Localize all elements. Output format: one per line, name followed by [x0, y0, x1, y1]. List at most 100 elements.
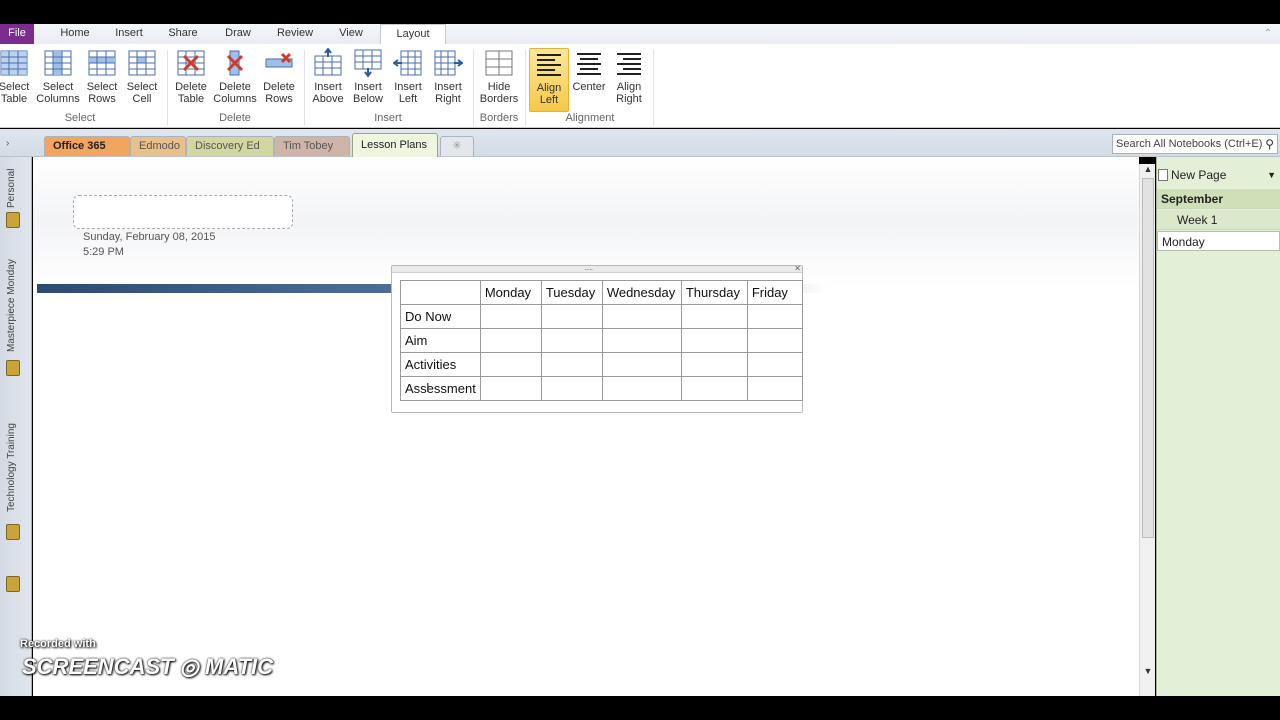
table-cell[interactable] [746, 304, 803, 329]
table-header-cell[interactable]: Tuesday [540, 280, 603, 305]
table-cell[interactable] [680, 304, 748, 329]
vertical-scrollbar[interactable]: ▲ ▼ [1139, 164, 1155, 696]
table-row-label[interactable]: Aim [400, 328, 481, 353]
align-right-label: Align Right [616, 81, 642, 105]
search-input[interactable]: Search All Notebooks (Ctrl+E) ⚲ [1112, 134, 1278, 154]
table-cell[interactable] [479, 352, 542, 377]
page-item-september[interactable]: September [1157, 189, 1280, 209]
table-header-cell[interactable]: Monday [479, 280, 542, 305]
search-icon[interactable]: ⚲ [1265, 135, 1274, 153]
tab-review[interactable]: Review [272, 24, 318, 44]
select-rows-label: Select Rows [86, 81, 118, 105]
container-move-handle[interactable] [392, 266, 802, 273]
hide-borders-button[interactable]: Hide Borders [477, 48, 521, 112]
table-cell[interactable] [601, 352, 682, 377]
new-section-tab-icon[interactable]: ✳ [440, 136, 474, 156]
table-row-label[interactable]: Activities [400, 352, 481, 377]
new-page-button[interactable]: New Page ▼ [1158, 166, 1280, 184]
insert-left-button[interactable]: Insert Left [386, 48, 430, 112]
notebook-icon[interactable] [6, 576, 20, 592]
delete-rows-button[interactable]: Delete Rows [257, 48, 301, 112]
section-tab-discovery-ed[interactable]: Discovery Ed [186, 136, 274, 156]
insert-above-button[interactable]: Insert Above [306, 48, 350, 112]
table-cell[interactable] [540, 328, 603, 353]
tab-view[interactable]: View [332, 24, 370, 44]
page-title-input[interactable] [73, 195, 293, 229]
table-cell[interactable] [601, 304, 682, 329]
page-date: Sunday, February 08, 2015 [83, 231, 216, 243]
center-button[interactable]: Center [569, 48, 609, 112]
section-tab-edmodo[interactable]: Edmodo [130, 136, 186, 156]
table-cell[interactable] [680, 328, 748, 353]
close-icon[interactable]: ✕ [794, 264, 801, 273]
table-row: Activities [400, 352, 803, 377]
scroll-down-icon[interactable]: ▼ [1142, 666, 1154, 678]
insert-below-button[interactable]: Insert Below [346, 48, 390, 112]
tab-layout[interactable]: Layout [380, 24, 446, 45]
tab-share[interactable]: Share [164, 24, 202, 44]
table-row-label[interactable]: Assessment [400, 376, 481, 401]
section-tab-tim-tobey[interactable]: Tim Tobey [274, 136, 350, 156]
delete-columns-button[interactable]: Delete Columns [213, 48, 257, 112]
table-cell[interactable] [746, 376, 803, 401]
table-cell[interactable] [479, 328, 542, 353]
table-cell[interactable] [746, 352, 803, 377]
notebook-icon[interactable] [6, 360, 20, 376]
page-item-week-1[interactable]: Week 1 [1157, 210, 1280, 230]
ribbon-minimize-icon[interactable]: ⌃ [1256, 28, 1272, 40]
select-cell-label: Select Cell [126, 81, 158, 105]
tab-insert[interactable]: Insert [110, 24, 148, 44]
delete-table-button[interactable]: Delete Table [169, 48, 213, 112]
table-cell[interactable] [601, 376, 682, 401]
section-tab-lesson-plans[interactable]: Lesson Plans [352, 133, 438, 157]
insert-right-button[interactable]: Insert Right [426, 48, 470, 112]
grip-icon[interactable]: ····· [584, 265, 593, 274]
align-center-icon [577, 53, 601, 75]
align-left-button[interactable]: Align Left [529, 48, 569, 112]
tab-file[interactable]: File [0, 24, 34, 44]
notebook-technology-training[interactable]: Technology Training [6, 423, 17, 512]
top-black-bar [0, 0, 1280, 24]
table-cell[interactable] [479, 304, 542, 329]
tab-home[interactable]: Home [58, 24, 92, 44]
notebook-icon[interactable] [6, 524, 20, 540]
notebook-masterpiece-monday[interactable]: Masterpiece Monday [6, 259, 17, 352]
insert-below-label: Insert Below [353, 81, 383, 105]
group-separator [167, 50, 168, 126]
align-right-button[interactable]: Align Right [609, 48, 649, 112]
expand-navigation-icon[interactable]: › [6, 138, 9, 149]
table-header-cell[interactable]: Wednesday [601, 280, 682, 305]
table-cell[interactable] [400, 280, 481, 305]
select-cell-button[interactable]: Select Cell [120, 48, 164, 112]
insert-above-icon [314, 48, 342, 76]
chevron-down-icon[interactable]: ▼ [1267, 166, 1276, 184]
table-cell[interactable] [540, 352, 603, 377]
table-row-label[interactable]: Do Now [400, 304, 481, 329]
section-tab-office-365[interactable]: Office 365 [44, 136, 130, 156]
notebook-icon[interactable] [6, 212, 20, 228]
table-cell[interactable] [746, 328, 803, 353]
notebook-personal[interactable]: Personal [6, 169, 17, 208]
hide-borders-label: Hide Borders [479, 81, 519, 105]
select-rows-icon [88, 50, 116, 76]
table-cell[interactable] [680, 376, 748, 401]
tab-draw[interactable]: Draw [220, 24, 256, 44]
select-columns-button[interactable]: Select Columns [36, 48, 80, 112]
select-table-button[interactable]: Select Table [0, 48, 36, 112]
scroll-up-icon[interactable]: ▲ [1142, 164, 1154, 176]
table-cell[interactable] [680, 352, 748, 377]
table-cell[interactable] [540, 376, 603, 401]
table-row: Do Now [400, 304, 803, 329]
scrollbar-thumb[interactable] [1142, 178, 1154, 538]
table-header-cell[interactable]: Friday [746, 280, 803, 305]
table-cell[interactable] [601, 328, 682, 353]
table-cell[interactable] [479, 376, 542, 401]
page-item-monday[interactable]: Monday [1157, 231, 1280, 251]
group-separator [653, 50, 654, 126]
insert-right-label: Insert Right [434, 81, 462, 105]
select-rows-button[interactable]: Select Rows [80, 48, 124, 112]
table-cell[interactable] [540, 304, 603, 329]
align-right-icon [617, 53, 641, 75]
table-header-cell[interactable]: Thursday [680, 280, 748, 305]
lesson-plan-table[interactable]: Monday Tuesday Wednesday Thursday Friday… [400, 280, 803, 401]
